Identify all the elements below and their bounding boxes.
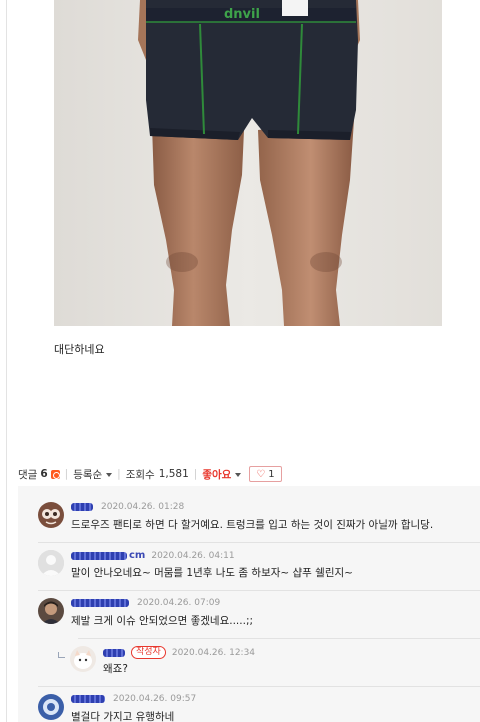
comment-divider: [78, 638, 480, 639]
author-name-redacted[interactable]: [71, 503, 93, 511]
avatar[interactable]: [38, 502, 64, 528]
views-label: 조회수: [125, 468, 155, 481]
author-name-redacted[interactable]: [71, 551, 127, 560]
avatar[interactable]: [38, 550, 64, 576]
like-dropdown[interactable]: 좋아요: [202, 467, 242, 482]
comments-count: 6: [40, 468, 48, 480]
reply-comment-item: 작성자 2020.04.26. 12:34 왜죠?: [38, 646, 480, 676]
post-image[interactable]: dnvil: [54, 0, 442, 326]
waistband-logo: dnvil: [224, 7, 260, 22]
divider: |: [64, 468, 69, 480]
comment-date: 2020.04.26. 01:28: [101, 502, 185, 512]
author-name-redacted[interactable]: [71, 695, 105, 703]
comment-divider: [38, 590, 480, 591]
comment-item: 2020.04.26. 09:57 별걸다 가지고 유행하네: [38, 694, 480, 722]
chevron-down-icon: [235, 472, 242, 477]
comment-divider: [38, 686, 480, 687]
post-meta-bar: 댓글 6 | 등록순 | 조회수 1,581 | 좋아요 ♡ 1: [18, 465, 282, 483]
comment-header: cm 2020.04.26. 04:11: [71, 550, 235, 561]
comment-header: 2020.04.26. 09:57: [71, 694, 196, 704]
comment-date: 2020.04.26. 09:57: [113, 694, 197, 704]
comment-list: 2020.04.26. 01:28 드로우즈 팬티로 하면 다 할거예요. 트렁…: [18, 486, 480, 722]
author-badge: 작성자: [131, 646, 166, 659]
comment-date: 2020.04.26. 12:34: [171, 647, 256, 658]
comment-item: cm 2020.04.26. 04:11 말이 안나오네요~ 머뭄를 1년후 나…: [38, 550, 480, 580]
comment-text: 말이 안나오네요~ 머뭄를 1년후 나도 좀 하보자~ 샵푸 쉘린지~: [71, 567, 353, 579]
photo-illustration: dnvil: [54, 0, 442, 326]
views-count: 1,581: [158, 468, 189, 480]
comment-date: 2020.04.26. 04:11: [151, 550, 235, 561]
comment-header: 2020.04.26. 01:28: [71, 502, 184, 512]
divider: |: [193, 468, 198, 480]
avatar[interactable]: [38, 694, 64, 720]
like-count: 1: [268, 468, 275, 480]
comment-header: 2020.04.26. 07:09: [71, 598, 220, 608]
sort-dropdown[interactable]: 등록순: [73, 467, 113, 482]
author-name-redacted[interactable]: [71, 599, 129, 607]
divider: |: [117, 468, 121, 480]
comment-item: 2020.04.26. 07:09 제발 크게 이슈 안되었으면 좋겠네요...…: [38, 598, 480, 628]
post-body-text: 대단하네요: [54, 343, 105, 356]
author-name[interactable]: cm: [129, 550, 145, 561]
comment-item: 2020.04.26. 01:28 드로우즈 팬티로 하면 다 할거예요. 트렁…: [38, 502, 480, 532]
reply-arrow-icon: [58, 652, 65, 658]
like-button[interactable]: ♡ 1: [249, 466, 282, 482]
avatar[interactable]: [38, 598, 64, 624]
comment-date: 2020.04.26. 07:09: [137, 598, 221, 608]
comment-header: 작성자 2020.04.26. 12:34: [103, 646, 255, 659]
comment-text: 별걸다 가지고 유행하네: [71, 711, 175, 722]
like-label: 좋아요: [202, 468, 232, 481]
heart-icon: ♡: [256, 468, 266, 480]
avatar[interactable]: [70, 646, 96, 672]
new-comment-badge-icon: [50, 469, 60, 479]
author-name-redacted[interactable]: [103, 648, 125, 657]
sort-label: 등록순: [73, 468, 103, 481]
comment-text: 제발 크게 이슈 안되었으면 좋겠네요.....;;: [71, 615, 254, 627]
comment-text: 드로우즈 팬티로 하면 다 할거예요. 트렁크를 입고 하는 것이 진짜가 아닐…: [71, 519, 434, 531]
chevron-down-icon: [106, 472, 113, 477]
comment-text: 왜죠?: [103, 663, 128, 675]
left-border: [6, 0, 7, 722]
comments-label[interactable]: 댓글: [18, 467, 37, 482]
comment-divider: [38, 542, 480, 543]
